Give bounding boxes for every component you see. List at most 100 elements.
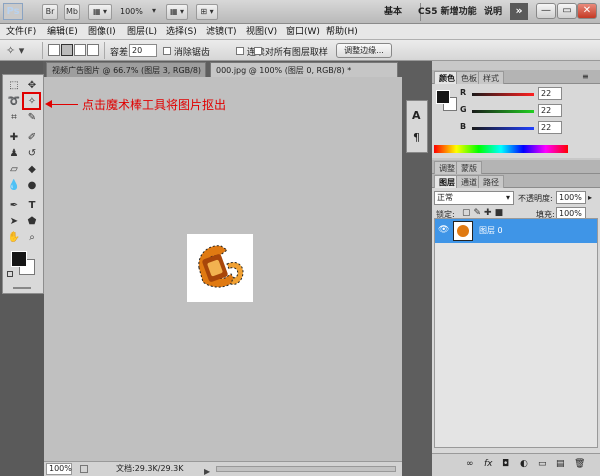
more-workspaces-button[interactable]: » — [510, 3, 528, 20]
status-arrow-icon[interactable]: ▶ — [204, 465, 210, 476]
menu-filter[interactable]: 滤镜(T) — [206, 24, 237, 40]
dodge-tool-icon[interactable]: ● — [25, 179, 39, 193]
delete-layer-icon[interactable]: 🗑 — [574, 459, 585, 469]
blend-mode-select[interactable]: 正常 ▾ — [434, 191, 514, 205]
antialias-checkbox[interactable] — [163, 47, 171, 55]
g-slider[interactable] — [472, 110, 534, 113]
status-zoom-field[interactable]: 100% — [46, 463, 72, 475]
menu-edit[interactable]: 编辑(E) — [47, 24, 78, 40]
tab-masks[interactable]: 蒙版 — [456, 161, 482, 174]
link-layers-icon[interactable]: ∞ — [466, 459, 474, 469]
layer-name[interactable]: 图层 0 — [479, 225, 503, 236]
character-panel-icon[interactable]: A — [412, 109, 421, 122]
maximize-button[interactable]: ▭ — [557, 3, 577, 19]
menu-file[interactable]: 文件(F) — [6, 24, 36, 40]
bridge-button[interactable]: Br — [42, 4, 58, 20]
brush-tool-icon[interactable]: ✐ — [25, 131, 39, 145]
subtract-selection-icon[interactable] — [74, 44, 86, 56]
workspace-cs5-new[interactable]: CS5 新增功能 — [418, 4, 477, 20]
pen-tool-icon[interactable]: ✒ — [7, 199, 21, 213]
r-slider[interactable] — [472, 93, 534, 96]
visibility-eye-icon[interactable]: 👁 — [438, 225, 449, 235]
stamp-tool-icon[interactable]: ♟ — [7, 147, 21, 161]
tab-000-jpg[interactable]: 000.jpg @ 100% (图层 0, RGB/8) * — [210, 62, 398, 77]
contiguous-checkbox[interactable] — [236, 47, 244, 55]
menu-window[interactable]: 窗口(W) — [286, 24, 320, 40]
quick-mask-icon[interactable] — [13, 287, 31, 289]
status-bar: 100% 文档:29.3K/29.3K ▶ — [44, 461, 402, 476]
paragraph-panel-icon[interactable]: ¶ — [413, 131, 420, 144]
blur-tool-icon[interactable]: 💧 — [7, 179, 21, 193]
layer-row[interactable]: 👁 图层 0 — [435, 219, 597, 243]
sample-all-option[interactable]: 对所有图层取样 — [254, 45, 328, 58]
zoom-dropdown-icon[interactable]: ▾ — [148, 4, 160, 20]
opacity-input[interactable]: 100% — [556, 191, 586, 204]
layer-style-icon[interactable]: fx — [484, 459, 493, 469]
blend-mode-value: 正常 — [437, 193, 453, 202]
mini-bridge-button[interactable]: Mb — [64, 4, 80, 20]
status-icon[interactable] — [80, 465, 88, 473]
menu-layer[interactable]: 图层(L) — [127, 24, 157, 40]
lock-options-icons[interactable]: ▢✎✚■ — [462, 208, 506, 218]
new-layer-icon[interactable]: ▤ — [556, 459, 565, 469]
close-button[interactable]: ✕ — [577, 3, 597, 19]
history-brush-icon[interactable]: ↺ — [25, 147, 39, 161]
tab-styles[interactable]: 样式 — [478, 71, 504, 84]
adjustment-layer-icon[interactable]: ◐ — [520, 459, 528, 469]
type-tool-icon[interactable]: T — [25, 199, 39, 213]
eraser-tool-icon[interactable]: ▱ — [7, 163, 21, 177]
tolerance-input[interactable]: 20 — [129, 44, 157, 57]
zoom-level[interactable]: 100% — [120, 4, 143, 20]
intersect-selection-icon[interactable] — [87, 44, 99, 56]
panel-menu-icon[interactable]: ≡ — [582, 72, 589, 81]
shape-tool-icon[interactable]: ⬟ — [25, 215, 39, 229]
b-slider[interactable] — [472, 127, 534, 130]
layer-list: 👁 图层 0 — [434, 218, 598, 448]
workspace-help[interactable]: 说明 — [484, 4, 502, 20]
crop-tool-icon[interactable]: ⌗ — [7, 111, 21, 125]
horizontal-scrollbar[interactable] — [216, 466, 396, 472]
marquee-tool-icon[interactable]: ⬚ — [7, 79, 21, 93]
menu-help[interactable]: 帮助(H) — [326, 24, 358, 40]
antialias-option[interactable]: 消除锯齿 — [163, 45, 210, 58]
paint-bucket-icon[interactable]: ◆ — [25, 163, 39, 177]
color-panel-fg-swatch[interactable] — [436, 90, 450, 104]
color-spectrum-bar[interactable] — [434, 145, 568, 153]
layer-mask-icon[interactable]: ◘ — [502, 459, 509, 469]
eyedropper-tool-icon[interactable]: ✎ — [25, 111, 39, 125]
opacity-arrow-icon[interactable]: ▸ — [588, 193, 592, 202]
tab-paths[interactable]: 路径 — [478, 175, 504, 188]
tolerance-label: 容差: — [110, 48, 132, 58]
move-tool-icon[interactable]: ✥ — [25, 79, 39, 93]
zoom-tool-icon[interactable]: ⌕ — [25, 231, 39, 245]
screen-mode-button[interactable]: ⊞ ▾ — [196, 4, 218, 20]
magic-wand-preset-icon[interactable]: ✧ ▾ — [6, 43, 36, 58]
b-value-input[interactable]: 22 — [538, 121, 562, 134]
add-selection-icon[interactable] — [61, 44, 73, 56]
default-colors-icon[interactable] — [7, 271, 13, 277]
path-select-icon[interactable]: ➤ — [7, 215, 21, 229]
lasso-tool-icon[interactable]: ➰ — [7, 95, 21, 109]
refine-edge-button[interactable]: 调整边缘... — [336, 43, 392, 58]
document-image[interactable] — [187, 234, 253, 302]
menu-view[interactable]: 视图(V) — [246, 24, 277, 40]
g-value-input[interactable]: 22 — [538, 104, 562, 117]
sample-all-checkbox[interactable] — [254, 47, 262, 55]
foreground-color-swatch[interactable] — [11, 251, 27, 267]
minimize-button[interactable]: — — [536, 3, 556, 19]
tab-video-ad[interactable]: 视频广告图片 @ 66.7% (图层 3, RGB/8) * — [46, 62, 206, 90]
new-group-icon[interactable]: ▭ — [538, 459, 547, 469]
thumbnail-reel-icon — [457, 225, 469, 237]
workspace-essentials[interactable]: 基本 — [384, 4, 402, 20]
menu-select[interactable]: 选择(S) — [166, 24, 197, 40]
arrange-documents-button[interactable]: ▦ ▾ — [166, 4, 188, 20]
document-canvas[interactable] — [44, 77, 402, 461]
layers-panel: 图层 通道 路径 正常 ▾ 不透明度: 100% ▸ 锁定: ▢✎✚■ 填充: 1… — [432, 174, 600, 476]
menu-image[interactable]: 图像(I) — [88, 24, 116, 40]
new-selection-icon[interactable] — [48, 44, 60, 56]
r-value-input[interactable]: 22 — [538, 87, 562, 100]
view-extras-button[interactable]: ▦ ▾ — [88, 4, 112, 20]
healing-tool-icon[interactable]: ✚ — [7, 131, 21, 145]
hand-tool-icon[interactable]: ✋ — [7, 231, 21, 245]
layer-thumbnail — [453, 221, 473, 241]
